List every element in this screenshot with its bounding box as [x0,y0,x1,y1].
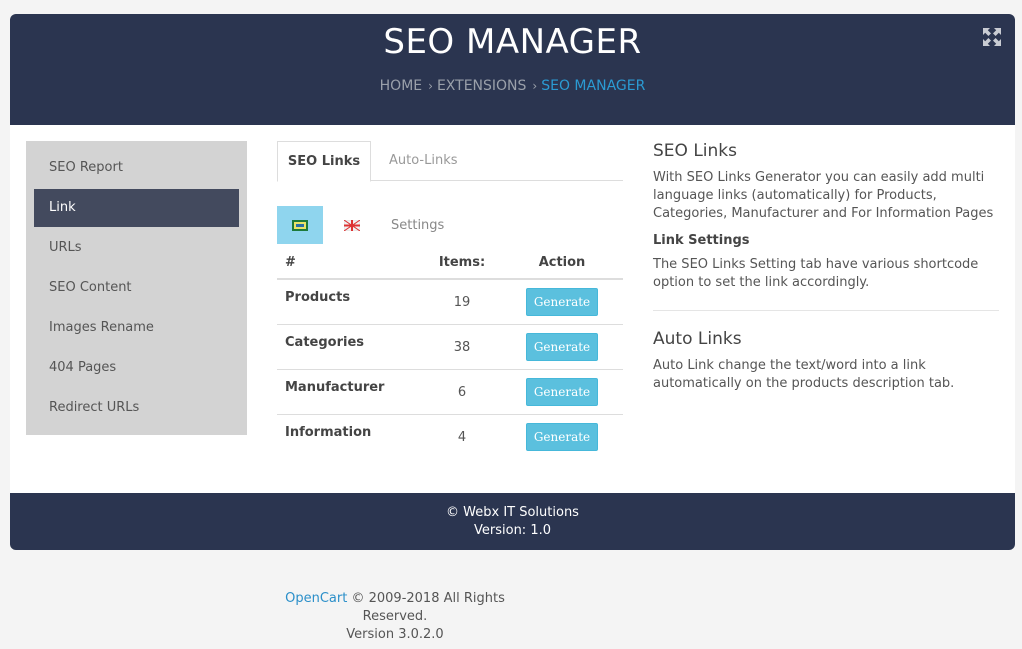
row-name: Information [285,425,372,440]
fullscreen-expand-icon[interactable] [983,28,1001,46]
sidebar-item-images-rename[interactable]: Images Rename [34,309,239,347]
table-row: Products 19 Generate [277,280,623,325]
seo-links-description: With SEO Links Generator you can easily … [653,170,994,221]
info-panel: SEO Links With SEO Links Generator you c… [653,141,999,393]
sidebar-item-seo-content[interactable]: SEO Content [34,269,239,307]
row-count: 38 [453,340,471,355]
link-settings-heading: Link Settings [653,233,750,248]
row-count: 6 [457,385,467,400]
table-header: # Items: Action [277,250,623,280]
seo-links-heading: SEO Links [653,141,737,161]
page-footer: OpenCart © 2009-2018 All Rights Reserved… [265,590,525,644]
uk-flag-icon [344,220,360,231]
link-settings-description: The SEO Links Setting tab have various s… [653,257,979,290]
sidebar-item-link[interactable]: Link [34,189,239,227]
row-name: Products [285,290,351,305]
sidebar-menu: SEO Report Link URLs SEO Content Images … [26,141,247,435]
row-name: Categories [285,335,365,350]
breadcrumb-separator: › [532,79,538,93]
breadcrumb-extensions[interactable]: EXTENSIONS [437,78,526,94]
row-count: 4 [457,430,467,445]
sidebar-item-urls[interactable]: URLs [34,229,239,267]
copyright-text: © 2009-2018 All Rights Reserved. [347,591,505,624]
column-header-name: # [285,255,296,270]
generate-information-button[interactable]: Generate [526,423,598,451]
generate-products-button[interactable]: Generate [526,288,598,316]
generate-categories-button[interactable]: Generate [526,333,598,361]
page-title: SEO MANAGER [383,22,642,62]
column-header-action: Action [538,255,586,270]
generate-manufacturer-button[interactable]: Generate [526,378,598,406]
tab-settings[interactable]: Settings [391,206,444,246]
table-row: Information 4 Generate [277,415,623,460]
row-count: 19 [453,295,471,310]
breadcrumb-seo-manager[interactable]: SEO MANAGER [541,78,645,94]
auto-links-heading: Auto Links [653,329,742,349]
footer-copyright: © Webx IT Solutions [446,505,579,520]
seo-manager-panel: SEO MANAGER HOME › EXTENSIONS › SEO MANAGER … [10,14,1015,550]
opencart-version: Version 3.0.2.0 [346,627,444,642]
column-header-items: Items: [438,255,486,270]
opencart-link[interactable]: OpenCart [285,591,347,606]
panel-header: SEO MANAGER HOME › EXTENSIONS › SEO MANAGER [10,14,1015,125]
divider [653,310,999,311]
tab-language-1[interactable] [277,206,323,244]
auto-links-description: Auto Link change the text/word into a li… [653,358,955,391]
panel-footer: © Webx IT Solutions Version: 1.0 [10,493,1015,550]
sidebar-item-404-pages[interactable]: 404 Pages [34,349,239,387]
breadcrumb-home[interactable]: HOME [380,78,422,94]
flag-icon [292,220,308,231]
breadcrumb: HOME › EXTENSIONS › SEO MANAGER [10,78,1015,94]
tab-auto-links[interactable]: Auto-Links [389,141,458,181]
footer-version: Version: 1.0 [474,523,551,538]
links-table: # Items: Action Products 19 Generate Cat… [277,250,623,460]
link-tabs: SEO Links Auto-Links [277,141,623,182]
language-tabs: Settings [277,206,623,244]
breadcrumb-separator: › [428,79,433,93]
tab-language-2[interactable] [329,206,375,244]
sidebar-item-seo-report[interactable]: SEO Report [34,149,239,187]
row-name: Manufacturer [285,380,385,395]
tab-seo-links[interactable]: SEO Links [277,141,371,182]
table-row: Categories 38 Generate [277,325,623,370]
table-row: Manufacturer 6 Generate [277,370,623,415]
sidebar-item-redirect-urls[interactable]: Redirect URLs [34,389,239,427]
